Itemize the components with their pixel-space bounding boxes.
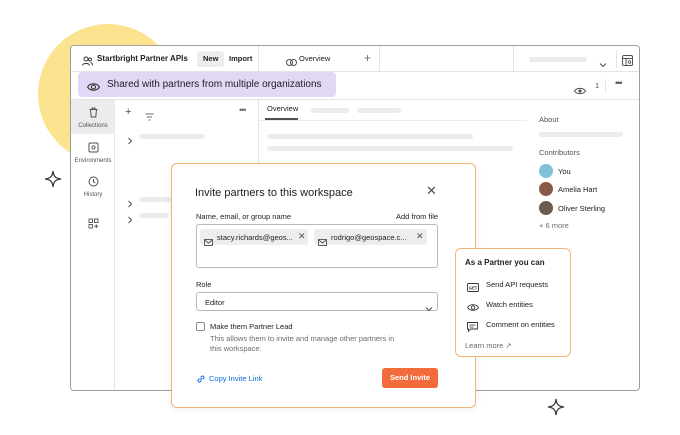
overview-icon — [286, 54, 297, 72]
placeholder-text — [267, 146, 513, 151]
sparkle-icon — [44, 170, 62, 188]
contributor-name: Oliver Sterling — [558, 204, 606, 213]
placeholder-text — [529, 57, 587, 62]
tab-overview[interactable]: Overview — [259, 46, 379, 73]
remove-chip-icon[interactable]: ✕ — [416, 231, 424, 242]
link-icon — [197, 375, 205, 383]
trash-bin-icon — [71, 107, 115, 120]
mail-icon — [204, 233, 213, 251]
dialog-title: Invite partners to this workspace — [195, 187, 353, 199]
new-tab-button[interactable]: + — [364, 51, 371, 65]
placeholder-text — [139, 213, 169, 218]
placeholder-text — [539, 132, 623, 137]
placeholder-text — [311, 108, 349, 113]
add-from-file-link[interactable]: Add from file — [396, 212, 438, 221]
placeholder-text — [139, 134, 205, 139]
chevron-down-icon — [599, 55, 607, 73]
more-contributors-link[interactable]: + 6 more — [539, 221, 569, 230]
watch-count: 1 — [595, 81, 600, 90]
team-icon — [82, 53, 93, 71]
divider — [379, 46, 380, 72]
filter-icon[interactable] — [145, 108, 154, 126]
invitee-chip: stacy.richards@geos... ✕ — [200, 229, 308, 246]
import-button[interactable]: Import — [223, 51, 258, 67]
divider — [259, 120, 527, 121]
role-value: Editor — [205, 298, 225, 307]
new-button[interactable]: New — [197, 51, 225, 67]
comment-icon — [467, 319, 478, 337]
invite-partners-dialog: Invite partners to this workspace ✕ Name… — [171, 163, 476, 408]
partner-capabilities-popover: As a Partner you can GET Send API reques… — [455, 248, 571, 357]
overview-subtab[interactable]: Overview — [267, 104, 298, 113]
send-invite-button[interactable]: Send Invite — [382, 368, 438, 388]
chip-email: stacy.richards@geos... — [217, 233, 293, 242]
chevron-down-icon — [425, 299, 433, 317]
workspace-header: Startbright Partner APIs New Import Over… — [71, 46, 639, 73]
add-widget-icon — [71, 218, 115, 231]
svg-text:GET: GET — [469, 285, 478, 290]
chip-email: rodrigo@geospace.c... — [331, 233, 407, 242]
placeholder-text — [267, 134, 473, 139]
popover-title: As a Partner you can — [465, 258, 545, 267]
invitees-input[interactable]: stacy.richards@geos... ✕ rodrigo@geospac… — [196, 224, 438, 268]
chevron-right-icon — [127, 132, 133, 150]
close-icon[interactable]: ✕ — [426, 184, 437, 197]
tab-label: Overview — [299, 54, 331, 63]
capability-label: Send API requests — [486, 280, 549, 289]
workspace-name[interactable]: Startbright Partner APIs — [97, 54, 188, 63]
learn-more-link[interactable]: Learn more ↗ — [465, 341, 512, 350]
divider — [513, 46, 514, 72]
copy-link-label: Copy Invite Link — [209, 374, 263, 383]
invitees-label: Name, email, or group name — [196, 212, 292, 221]
remove-chip-icon[interactable]: ✕ — [298, 231, 306, 242]
chevron-right-icon — [127, 211, 133, 229]
more-options-icon[interactable]: ••• — [615, 78, 623, 88]
history-icon — [71, 176, 115, 189]
contributor-name: You — [558, 167, 571, 176]
nav-label: History — [83, 192, 103, 198]
contributor-name: Amelia Hart — [558, 185, 598, 194]
mail-icon — [318, 233, 327, 251]
environment-icon — [71, 142, 115, 155]
checkbox-label: Make them Partner Lead — [210, 322, 293, 331]
capability-label: Watch entities — [486, 300, 533, 309]
nav-history[interactable]: History — [71, 176, 115, 202]
avatar — [539, 164, 553, 178]
nav-label: Environments — [74, 158, 112, 164]
banner-text: Shared with partners from multiple organ… — [107, 79, 322, 90]
contributors-heading: Contributors — [539, 148, 580, 157]
shared-partners-banner: Shared with partners from multiple organ… — [78, 72, 336, 97]
add-collection-button[interactable]: + — [125, 106, 131, 118]
eye-icon — [86, 79, 101, 97]
capability-label: Comment on entities — [486, 320, 555, 329]
invitee-chip: rodrigo@geospace.c... ✕ — [314, 229, 427, 246]
eye-icon — [467, 299, 479, 317]
sparkle-icon — [547, 398, 565, 416]
divider — [605, 79, 606, 93]
role-label: Role — [196, 280, 212, 289]
get-request-icon: GET — [467, 279, 479, 297]
nav-collections[interactable]: Collections — [71, 100, 115, 134]
about-heading: About — [539, 115, 559, 124]
nav-environments[interactable]: Environments — [71, 142, 115, 168]
avatar — [539, 201, 553, 215]
partner-lead-checkbox[interactable] — [196, 322, 205, 331]
divider — [616, 50, 617, 68]
environment-select[interactable] — [517, 53, 613, 68]
side-navigation: Collections Environments History — [71, 100, 115, 390]
eye-icon[interactable] — [573, 82, 587, 100]
avatar — [539, 182, 553, 196]
checkbox-help-text: This allows them to invite and manage ot… — [210, 334, 395, 353]
placeholder-text — [357, 108, 401, 113]
environment-quick-look-icon[interactable] — [622, 53, 633, 71]
nav-label: Collections — [78, 123, 108, 129]
role-select[interactable]: Editor — [196, 292, 438, 312]
nav-configure[interactable] — [71, 218, 115, 232]
more-options-icon[interactable]: ••• — [239, 105, 247, 115]
